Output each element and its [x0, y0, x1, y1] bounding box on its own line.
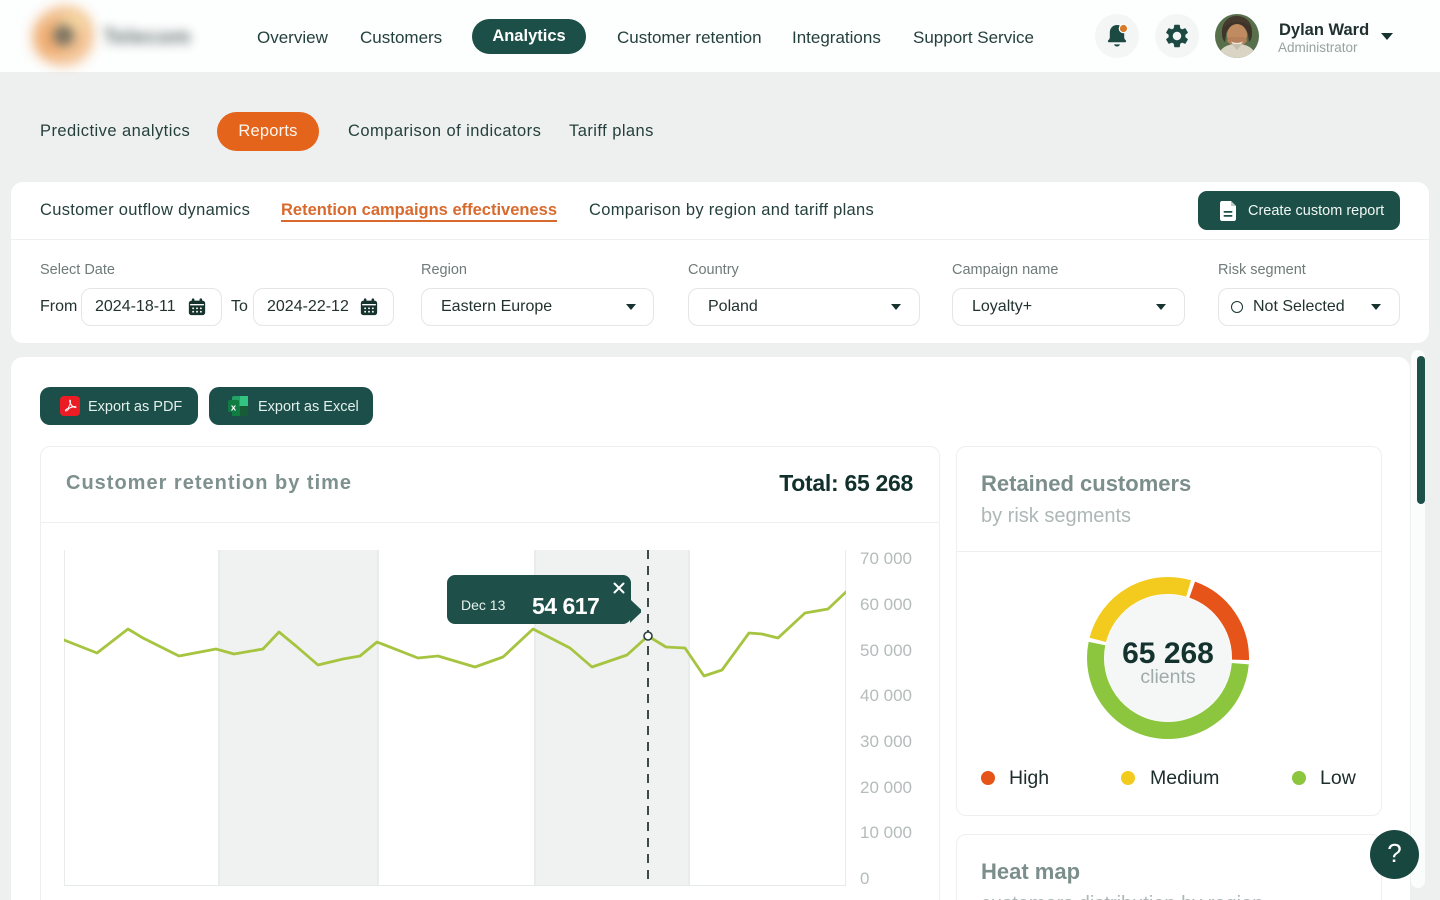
svg-text:x: x — [231, 402, 237, 413]
